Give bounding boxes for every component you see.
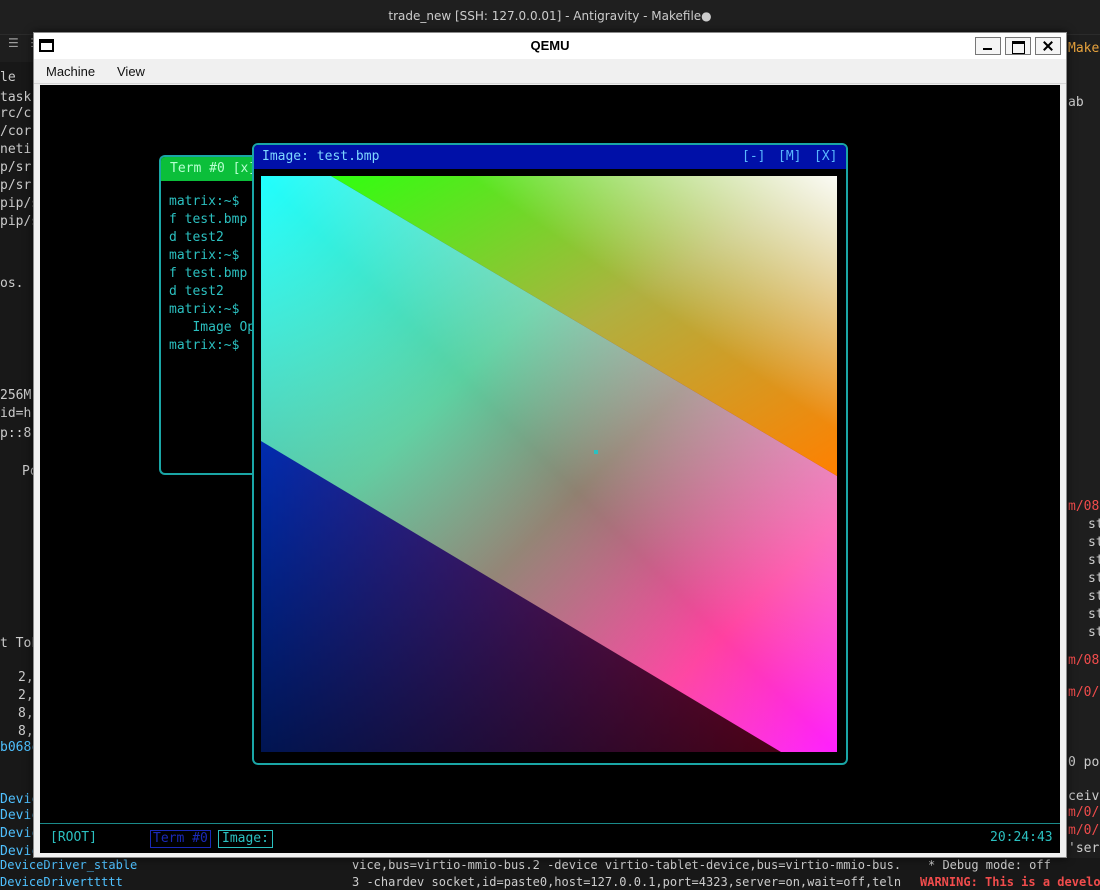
code-fragment: 8,	[18, 706, 34, 721]
taskbar-terminal-button[interactable]: Term #0	[150, 830, 211, 848]
qemu-window: QEMU Machine View Term #0 [x] matrix:~$ f…	[33, 32, 1067, 858]
code-fragment: le	[0, 70, 16, 85]
terminal-line: d test2	[169, 284, 224, 299]
code-fragment: neti	[0, 142, 32, 157]
sidebar-item[interactable]: Devic	[0, 844, 34, 859]
terminal-line: vice,bus=virtio-mmio-bus.2 -device virti…	[352, 858, 902, 872]
code-fragment: 2,	[18, 670, 34, 685]
editor-tab-fragment[interactable]: Make	[1068, 41, 1099, 56]
guest-display[interactable]: Term #0 [x] matrix:~$ f test.bmp d test2 ma…	[40, 85, 1060, 853]
terminal-line: f test.bmp	[169, 212, 248, 227]
editor-right-panel: Make ab m/08- st st st st st st st m/08-…	[1066, 35, 1100, 890]
sidebar-item[interactable]: Devic	[0, 792, 34, 807]
minimize-icon	[976, 38, 1000, 54]
minimize-button[interactable]	[975, 37, 1001, 55]
terminal-title: Term #0 [x]	[170, 161, 257, 176]
sidebar-item[interactable]: DeviceDriverttttt	[0, 875, 123, 889]
taskbar-image-button[interactable]: Image:	[218, 830, 273, 848]
code-fragment: pip/s	[0, 196, 34, 211]
code-fragment: ab	[1068, 95, 1084, 110]
maximize-button[interactable]: [M]	[778, 149, 801, 164]
debug-status-line: * Debug mode: off	[928, 858, 1051, 872]
log-fragment: st	[1088, 571, 1100, 586]
close-button[interactable]	[1035, 37, 1061, 55]
sidebar-item[interactable]: Devic	[0, 826, 34, 841]
bitmap-image	[261, 176, 837, 752]
terminal-line: d test2	[169, 230, 224, 245]
code-fragment: p/sr	[0, 160, 32, 175]
qemu-title: QEMU	[530, 38, 570, 53]
log-fragment: st	[1088, 625, 1100, 640]
log-fragment: st	[1088, 553, 1100, 568]
menu-view[interactable]: View	[117, 64, 145, 79]
code-fragment: b068c	[0, 740, 34, 755]
taskbar-clock: 20:24:43	[990, 830, 1053, 845]
terminal-line: f test.bmp	[169, 266, 248, 281]
code-fragment: rc/c	[0, 106, 32, 121]
log-fragment: st	[1088, 607, 1100, 622]
log-fragment: 0 po	[1068, 755, 1100, 770]
log-fragment: m/08-	[1068, 499, 1100, 514]
taskbar-root-button[interactable]: [ROOT]	[50, 830, 97, 848]
terminal-line: matrix:~$	[169, 194, 240, 209]
editor-titlebar: trade_new [SSH: 127.0.0.01] - Antigravit…	[0, 0, 1100, 35]
sidebar-item[interactable]: DeviceDriver_stable	[0, 858, 137, 872]
log-fragment: ceive	[1068, 789, 1100, 804]
code-fragment: task	[0, 90, 32, 105]
code-fragment: os.	[0, 276, 24, 291]
maximize-button[interactable]	[1005, 37, 1031, 55]
close-icon	[1036, 38, 1060, 54]
qemu-menubar: Machine View	[34, 59, 1066, 84]
terminal-output: matrix:~$ f test.bmp d test2 matrix:~$ f tes…	[169, 193, 255, 355]
image-viewer-window[interactable]: Image: test.bmp [-] [M] [X]	[252, 143, 848, 765]
qemu-titlebar[interactable]: QEMU	[34, 33, 1066, 59]
code-fragment: p/sr	[0, 178, 32, 193]
editor-bottom-panel: DeviceDriver_stable DeviceDriverttttt vi…	[0, 858, 1100, 890]
terminal-line: matrix:~$	[169, 302, 240, 317]
log-fragment: st	[1088, 517, 1100, 532]
editor-window-title: trade_new [SSH: 127.0.0.01] - Antigravit…	[388, 9, 712, 23]
code-fragment: p::8	[0, 426, 32, 441]
image-viewer-titlebar[interactable]: Image: test.bmp [-] [M] [X]	[254, 145, 846, 169]
minimize-button[interactable]: [-]	[742, 149, 765, 164]
terminal-line: matrix:~$	[169, 338, 240, 353]
terminal-line: Image Op	[169, 320, 256, 335]
code-fragment: 8,	[18, 724, 34, 739]
maximize-icon	[1006, 38, 1030, 54]
image-viewer-title: Image: test.bmp	[262, 149, 380, 164]
terminal-line: matrix:~$	[169, 248, 240, 263]
log-fragment: 'serv	[1068, 841, 1100, 856]
log-fragment: st	[1088, 589, 1100, 604]
code-fragment: t Tok	[0, 636, 34, 651]
code-fragment: /cor	[0, 124, 32, 139]
log-fragment: m/0/h	[1068, 823, 1100, 838]
log-fragment: st	[1088, 535, 1100, 550]
log-fragment: m/0/h	[1068, 805, 1100, 820]
code-fragment: pip/s	[0, 214, 34, 229]
warning-line: WARNING: This is a develop	[920, 875, 1100, 889]
close-button[interactable]: [X]	[814, 149, 837, 164]
guest-taskbar: [ROOT] Term #0 Image: 20:24:43	[40, 823, 1060, 853]
code-fragment: 256M	[0, 388, 32, 403]
code-fragment: 2,	[18, 688, 34, 703]
log-fragment: m/0/h	[1068, 685, 1100, 700]
menu-machine[interactable]: Machine	[46, 64, 95, 79]
terminal-line: 3 -chardev socket,id=paste0,host=127.0.0…	[352, 875, 902, 889]
log-fragment: m/08-	[1068, 653, 1100, 668]
code-fragment: id=h	[0, 406, 32, 421]
editor-left-panel: le task rc/c /cor neti p/sr p/sr pip/s p…	[0, 62, 34, 890]
sidebar-item[interactable]: Devic	[0, 808, 34, 823]
